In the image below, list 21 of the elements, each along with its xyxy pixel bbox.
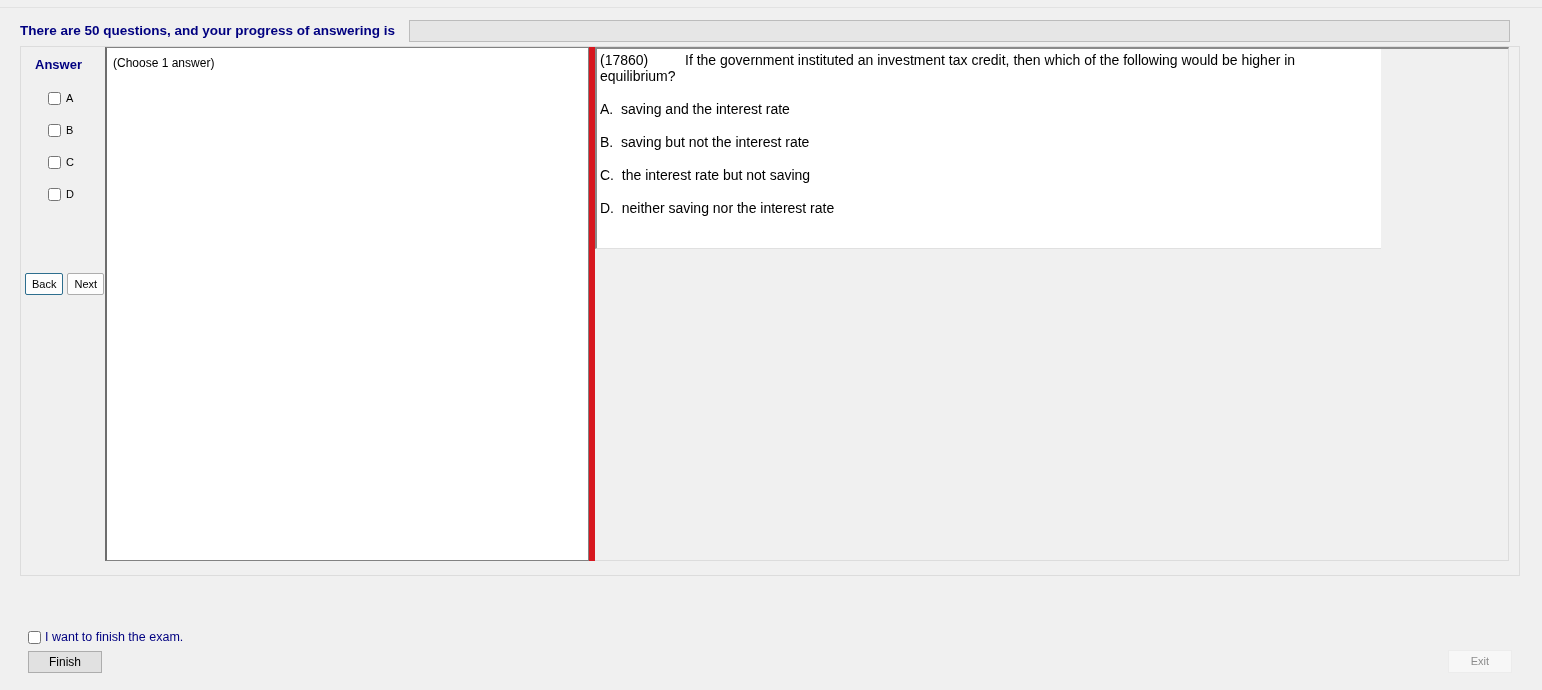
progress-heading: There are 50 questions, and your progress of answering is — [20, 21, 396, 40]
question-text: (17860) If the government instituted an investment tax credit, then which of the following would be higher in equilibrium? — [600, 52, 1297, 84]
answer-choice: A. saving and the interest rate — [600, 101, 791, 117]
answer-checkbox[interactable] — [48, 156, 61, 169]
answer-checkbox[interactable] — [48, 92, 61, 105]
finish-label: I want to finish the exam. — [45, 629, 184, 646]
option-label: C — [66, 155, 74, 171]
option-label: B — [66, 123, 74, 139]
answer-choice: B. saving but not the interest rate — [600, 134, 811, 150]
answer-text-area[interactable]: (Choose 1 answer) — [105, 47, 589, 561]
finish-button[interactable]: Finish — [28, 650, 102, 673]
answer-checkbox[interactable] — [48, 124, 61, 137]
finish-checkbox[interactable] — [28, 630, 41, 644]
answer-heading: Answer — [34, 56, 83, 74]
answer-choice: D. neither saving nor the interest rate — [600, 200, 836, 216]
option-label: A — [66, 91, 74, 107]
answer-checkbox[interactable] — [48, 188, 61, 201]
answer-choice: C. the interest rate but not saving — [600, 167, 812, 183]
back-button[interactable]: Back — [25, 272, 64, 295]
option-label: D — [66, 187, 74, 203]
next-button[interactable]: Next — [67, 272, 105, 295]
